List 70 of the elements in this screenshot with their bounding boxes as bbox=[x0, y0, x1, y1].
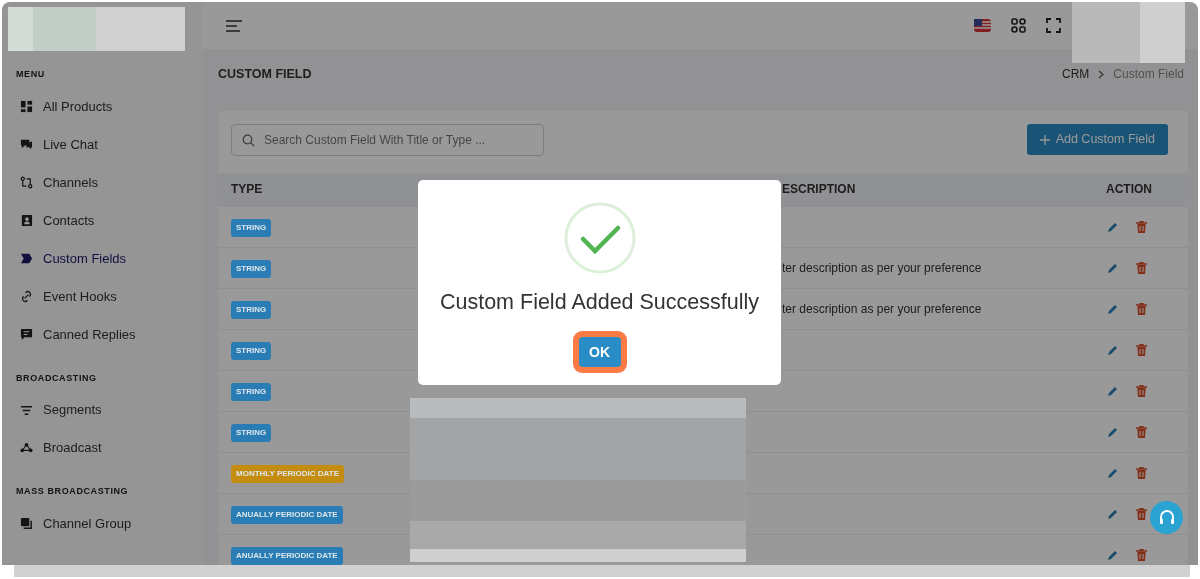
link-icon bbox=[20, 290, 33, 303]
type-tag: STRING bbox=[231, 423, 272, 442]
delete-icon[interactable] bbox=[1136, 425, 1147, 438]
breadcrumb-link[interactable]: CRM bbox=[1062, 65, 1090, 84]
sidebar-item[interactable]: Broadcast bbox=[2, 429, 203, 467]
edit-icon[interactable] bbox=[1107, 343, 1119, 356]
delete-icon[interactable] bbox=[1136, 384, 1147, 397]
page-title: CUSTOM FIELD bbox=[218, 66, 312, 82]
filter-icon bbox=[20, 403, 33, 417]
type-tag: STRING bbox=[231, 382, 272, 401]
sidebar-item[interactable]: Contacts bbox=[2, 201, 203, 240]
type-tag: STRING bbox=[231, 218, 272, 237]
sidebar-item[interactable]: Segments bbox=[2, 391, 203, 429]
sidebar-item[interactable]: Event Hooks bbox=[2, 277, 203, 316]
delete-icon[interactable] bbox=[1136, 220, 1147, 233]
search-field[interactable]: Search Custom Field With Title or Type ... bbox=[231, 123, 544, 156]
network-icon bbox=[20, 441, 33, 455]
type-tag: ANUALLY PERIODIC DATE bbox=[231, 546, 343, 565]
plus-icon bbox=[1039, 134, 1050, 145]
sidebar-item[interactable]: Channel Group bbox=[2, 504, 203, 543]
column-header: TYPE bbox=[231, 182, 263, 197]
message-icon bbox=[20, 328, 33, 341]
stack-icon bbox=[20, 517, 33, 530]
delete-icon[interactable] bbox=[1136, 466, 1147, 479]
sidebar-item[interactable]: Live Chat bbox=[2, 125, 203, 164]
sidebar-heading: BROADCASTING bbox=[15, 371, 98, 385]
edit-icon[interactable] bbox=[1107, 425, 1119, 438]
scrollbar[interactable] bbox=[14, 565, 1190, 577]
flag-icon[interactable] bbox=[974, 18, 991, 34]
sidebar-heading: MENU bbox=[15, 68, 46, 81]
apps-icon[interactable] bbox=[1011, 18, 1026, 34]
edit-icon[interactable] bbox=[1107, 220, 1119, 233]
menu-icon[interactable] bbox=[225, 18, 243, 33]
delete-icon[interactable] bbox=[1136, 343, 1147, 356]
ok-button[interactable]: OK bbox=[578, 337, 621, 368]
sidebar-item[interactable]: Channels bbox=[2, 163, 203, 202]
dialog-message: Custom Field Added Successfully bbox=[439, 289, 760, 316]
success-check-icon bbox=[563, 202, 636, 274]
type-tag: STRING bbox=[231, 259, 272, 278]
delete-icon[interactable] bbox=[1136, 302, 1147, 315]
edit-icon[interactable] bbox=[1107, 261, 1119, 274]
chat-icon bbox=[20, 138, 33, 151]
chevron-icon bbox=[1097, 69, 1106, 79]
edit-icon[interactable] bbox=[1107, 466, 1119, 479]
channels-icon bbox=[20, 176, 33, 189]
column-header: ESCRIPTION bbox=[782, 182, 856, 197]
delete-icon[interactable] bbox=[1136, 548, 1147, 561]
delete-icon[interactable] bbox=[1136, 507, 1147, 520]
add-custom-field-button[interactable]: Add Custom Field bbox=[1026, 124, 1168, 156]
type-tag: STRING bbox=[231, 300, 272, 319]
tag-icon bbox=[20, 252, 33, 265]
headset-icon bbox=[1157, 508, 1176, 527]
edit-icon[interactable] bbox=[1107, 302, 1119, 315]
sidebar-item[interactable]: Custom Fields bbox=[2, 239, 203, 278]
fullscreen-icon[interactable] bbox=[1046, 18, 1061, 34]
sidebar-item[interactable]: Canned Replies bbox=[2, 315, 203, 354]
table-cell: ter description as per your preference bbox=[782, 301, 982, 316]
column-header: ACTION bbox=[1106, 182, 1152, 197]
edit-icon[interactable] bbox=[1107, 507, 1119, 520]
edit-icon[interactable] bbox=[1107, 548, 1119, 561]
table-cell: ter description as per your preference bbox=[782, 260, 982, 275]
edit-icon[interactable] bbox=[1107, 384, 1119, 397]
type-tag: ANUALLY PERIODIC DATE bbox=[231, 505, 343, 524]
contact-card-icon bbox=[20, 214, 33, 227]
sidebar-item[interactable]: All Products bbox=[2, 87, 203, 126]
grid-icon bbox=[20, 100, 33, 113]
type-tag: STRING bbox=[231, 341, 272, 360]
type-tag: MONTHLY PERIODIC DATE bbox=[231, 464, 344, 483]
sidebar-heading: MASS BROADCASTING bbox=[15, 485, 130, 498]
delete-icon[interactable] bbox=[1136, 261, 1147, 274]
